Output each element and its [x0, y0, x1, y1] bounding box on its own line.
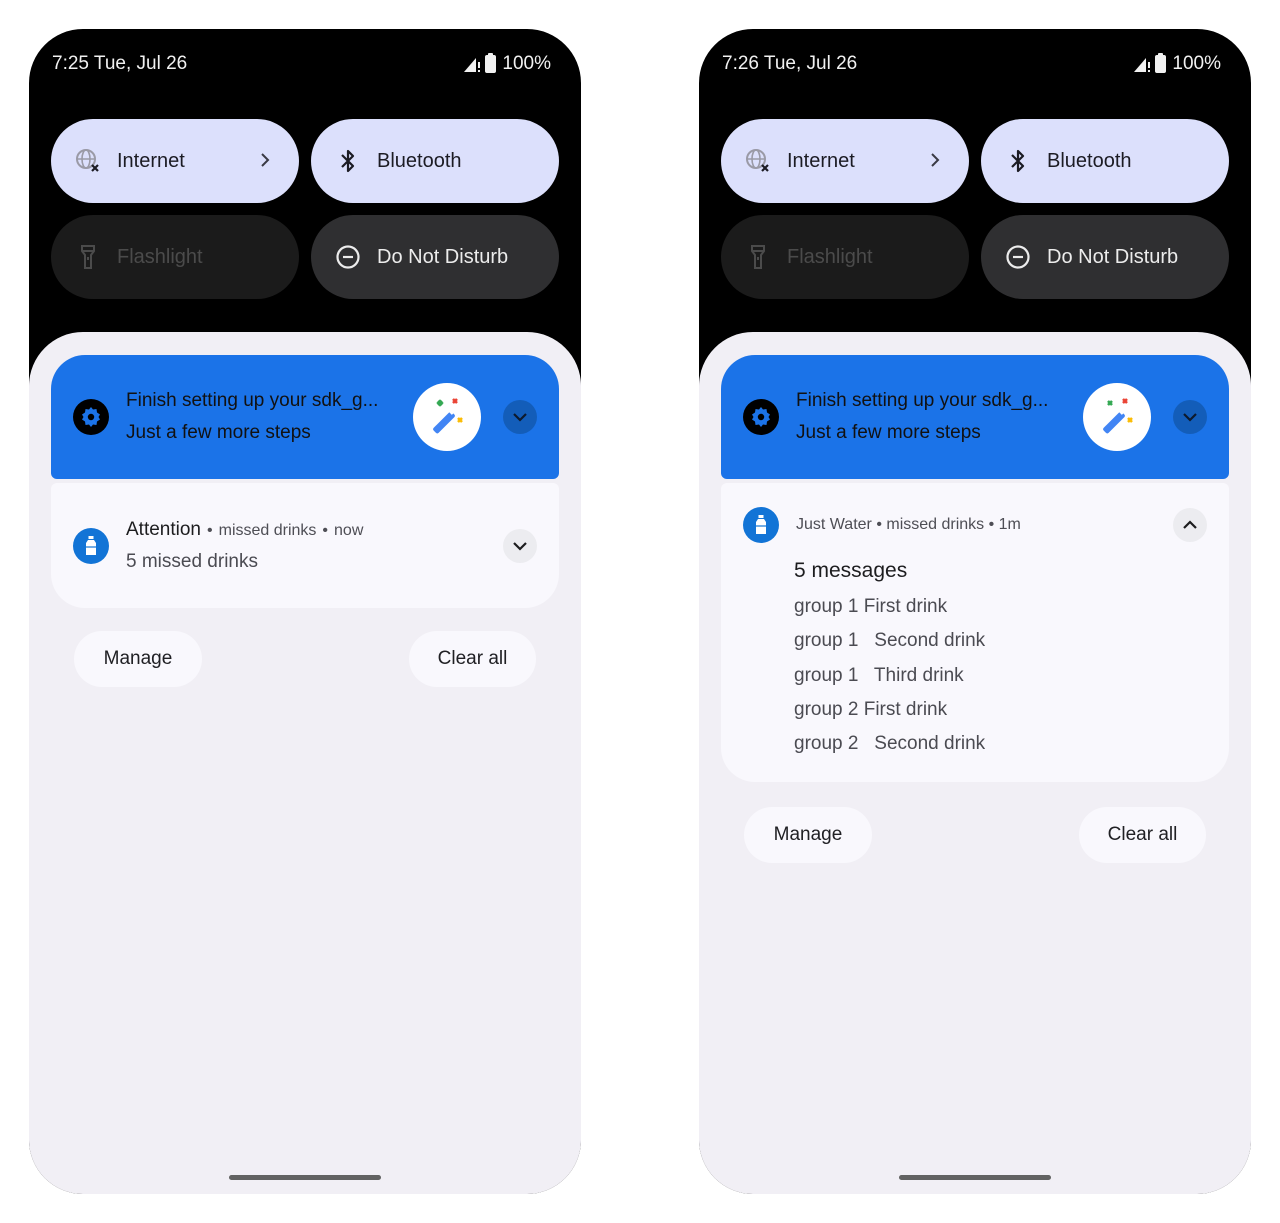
tile-label: Flashlight	[117, 245, 203, 268]
chevron-right-icon	[259, 148, 271, 174]
tile-label: Bluetooth	[377, 149, 462, 172]
notification-subtitle: Just a few more steps	[126, 422, 311, 443]
tile-internet[interactable]: Internet	[721, 119, 969, 203]
time-date: 7:25 Tue, Jul 26	[52, 53, 188, 74]
phone-screen-collapsed: 7:25 Tue, Jul 26 100% Internet Bluetooth	[29, 29, 581, 1194]
quick-settings: Internet Bluetooth Flashlight Do Not Dis…	[51, 119, 559, 299]
expand-button[interactable]	[503, 400, 537, 434]
tile-label: Do Not Disturb	[377, 245, 509, 268]
magic-wand-icon	[413, 383, 481, 451]
notification-subtitle: Just a few more steps	[796, 422, 981, 443]
message-line: group 1 Second drink	[794, 630, 986, 652]
notification-app-title: Attention	[126, 518, 201, 540]
settings-gear-icon	[73, 399, 109, 435]
expand-button[interactable]	[1173, 400, 1207, 434]
tile-label: Do Not Disturb	[1047, 245, 1179, 268]
shade-actions: Manage Clear all	[744, 807, 1206, 863]
battery-percent: 100%	[502, 53, 551, 74]
message-line: group 1 First drink	[794, 596, 948, 617]
notification-title: Finish setting up your sdk_g...	[796, 390, 1049, 411]
notification-header: Just Water • missed drinks • 1m	[796, 516, 1021, 533]
chevron-right-icon	[929, 148, 941, 174]
message-line: group 1 Third drink	[794, 664, 964, 686]
shade-actions: Manage Clear all	[74, 631, 536, 687]
battery-icon	[1155, 53, 1167, 73]
tile-label: Bluetooth	[1047, 149, 1132, 172]
notification-time: now	[334, 521, 364, 539]
globe-no-connection-icon	[745, 148, 771, 174]
tile-internet[interactable]: Internet	[51, 119, 299, 203]
flashlight-icon	[745, 244, 771, 270]
settings-gear-icon	[743, 399, 779, 435]
tile-do-not-disturb[interactable]: Do Not Disturb	[981, 215, 1229, 299]
phone-screen-expanded: 7:26 Tue, Jul 26 100% Internet Bluetooth	[699, 29, 1251, 1194]
do-not-disturb-icon	[1005, 244, 1031, 270]
bluetooth-icon	[335, 148, 361, 174]
flashlight-icon	[75, 244, 101, 270]
status-bar: 7:26 Tue, Jul 26 100%	[722, 51, 1221, 77]
gesture-handle[interactable]	[899, 1175, 1051, 1180]
tile-label: Flashlight	[787, 245, 873, 268]
tile-bluetooth[interactable]: Bluetooth	[981, 119, 1229, 203]
globe-no-connection-icon	[75, 148, 101, 174]
setup-notification[interactable]: Finish setting up your sdk_g... Just a f…	[51, 355, 559, 479]
tile-flashlight[interactable]: Flashlight	[51, 215, 299, 299]
manage-button[interactable]: Manage	[744, 807, 872, 863]
tile-label: Internet	[117, 149, 185, 172]
message-line: group 2 First drink	[794, 698, 948, 720]
notification-body: 5 missed drinks	[126, 550, 258, 572]
notification-title: Finish setting up your sdk_g...	[126, 390, 379, 411]
drinks-notification[interactable]: Attention • missed drinks • now 5 missed…	[51, 483, 559, 608]
manage-button[interactable]: Manage	[74, 631, 202, 687]
gesture-handle[interactable]	[229, 1175, 381, 1180]
setup-notification[interactable]: Finish setting up your sdk_g... Just a f…	[721, 355, 1229, 479]
notification-shade: Finish setting up your sdk_g... Just a f…	[29, 332, 581, 1194]
do-not-disturb-icon	[335, 244, 361, 270]
tile-bluetooth[interactable]: Bluetooth	[311, 119, 559, 203]
notification-shade: Finish setting up your sdk_g... Just a f…	[699, 332, 1251, 1194]
notification-channel: missed drinks	[218, 521, 317, 539]
tile-flashlight[interactable]: Flashlight	[721, 215, 969, 299]
battery-percent: 100%	[1172, 53, 1221, 74]
clear-all-button[interactable]: Clear all	[409, 631, 536, 687]
magic-wand-icon	[1083, 383, 1151, 451]
drinks-notification-expanded[interactable]: Just Water • missed drinks • 1m 5 messag…	[721, 483, 1229, 783]
signal-icon	[1133, 56, 1151, 73]
bluetooth-icon	[1005, 148, 1031, 174]
time-date: 7:26 Tue, Jul 26	[722, 53, 858, 74]
status-bar: 7:25 Tue, Jul 26 100%	[52, 51, 551, 77]
water-bottle-icon	[73, 527, 109, 564]
tile-do-not-disturb[interactable]: Do Not Disturb	[311, 215, 559, 299]
collapse-button[interactable]	[1173, 508, 1207, 542]
expand-button[interactable]	[503, 528, 537, 563]
signal-icon	[463, 56, 481, 73]
notification-title: 5 messages	[794, 559, 908, 582]
battery-icon	[485, 53, 497, 73]
clear-all-button[interactable]: Clear all	[1079, 807, 1206, 863]
message-line: group 2 Second drink	[794, 733, 986, 755]
quick-settings: Internet Bluetooth Flashlight Do Not Dis…	[721, 119, 1229, 299]
tile-label: Internet	[787, 149, 855, 172]
water-bottle-icon	[743, 507, 779, 543]
